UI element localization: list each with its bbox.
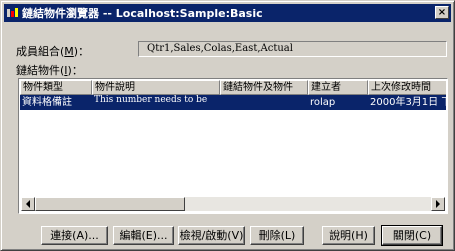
cell-description: This number needs to be [94,95,208,105]
column-header-object-type[interactable]: 物件類型 [20,80,92,95]
member-combination-label: 成員組合(M)： [16,45,90,58]
cell-object-type: 資料格備註 [22,97,72,108]
arrow-left-icon [26,200,30,208]
close-icon: × [437,7,447,18]
column-header-linked-object[interactable]: 鏈結物件及物件 [220,80,308,95]
window-title: 鏈結物件瀏覽器 -- Localhost:Sample:Basic [22,7,263,20]
close-button[interactable]: 關閉(C) [381,225,443,246]
delete-button[interactable]: 刪除(L) [250,226,304,245]
attach-button[interactable]: 連接(A)... [41,226,108,245]
arrow-right-icon [436,200,440,208]
horizontal-scrollbar[interactable] [21,197,445,211]
linked-objects-label: 鏈結物件(I)： [16,64,83,77]
app-icon [7,7,19,19]
view-launch-button[interactable]: 檢視/啟動(V) [178,226,245,245]
column-header-last-modified[interactable]: 上次修改時間 [368,80,446,95]
table-row[interactable]: 資料格備註 This number needs to be rolap 2000… [20,95,446,110]
cell-linked-object [220,95,308,110]
cell-last-modified: 2000年3月1日 下 [370,97,446,108]
close-window-button[interactable]: × [435,6,449,19]
column-header-description[interactable]: 物件說明 [92,80,220,95]
member-combination-field: Qtr1,Sales,Colas,East,Actual [138,41,447,57]
help-button[interactable]: 說明(H) [322,226,375,245]
list-header: 物件類型 物件說明 鏈結物件及物件 建立者 上次修改時間 [20,80,446,95]
scroll-right-button[interactable] [431,197,445,211]
linked-objects-list[interactable]: 物件類型 物件說明 鏈結物件及物件 建立者 上次修改時間 資料格備註 This … [18,78,448,214]
edit-button[interactable]: 編輯(E)... [113,226,174,245]
column-header-creator[interactable]: 建立者 [308,80,368,95]
scroll-thumb[interactable] [35,197,185,211]
scroll-left-button[interactable] [21,197,35,211]
cell-creator: rolap [308,95,368,110]
title-bar: 鏈結物件瀏覽器 -- Localhost:Sample:Basic × [4,4,451,22]
linked-objects-browser-window: 鏈結物件瀏覽器 -- Localhost:Sample:Basic × 成員組合… [0,0,455,251]
